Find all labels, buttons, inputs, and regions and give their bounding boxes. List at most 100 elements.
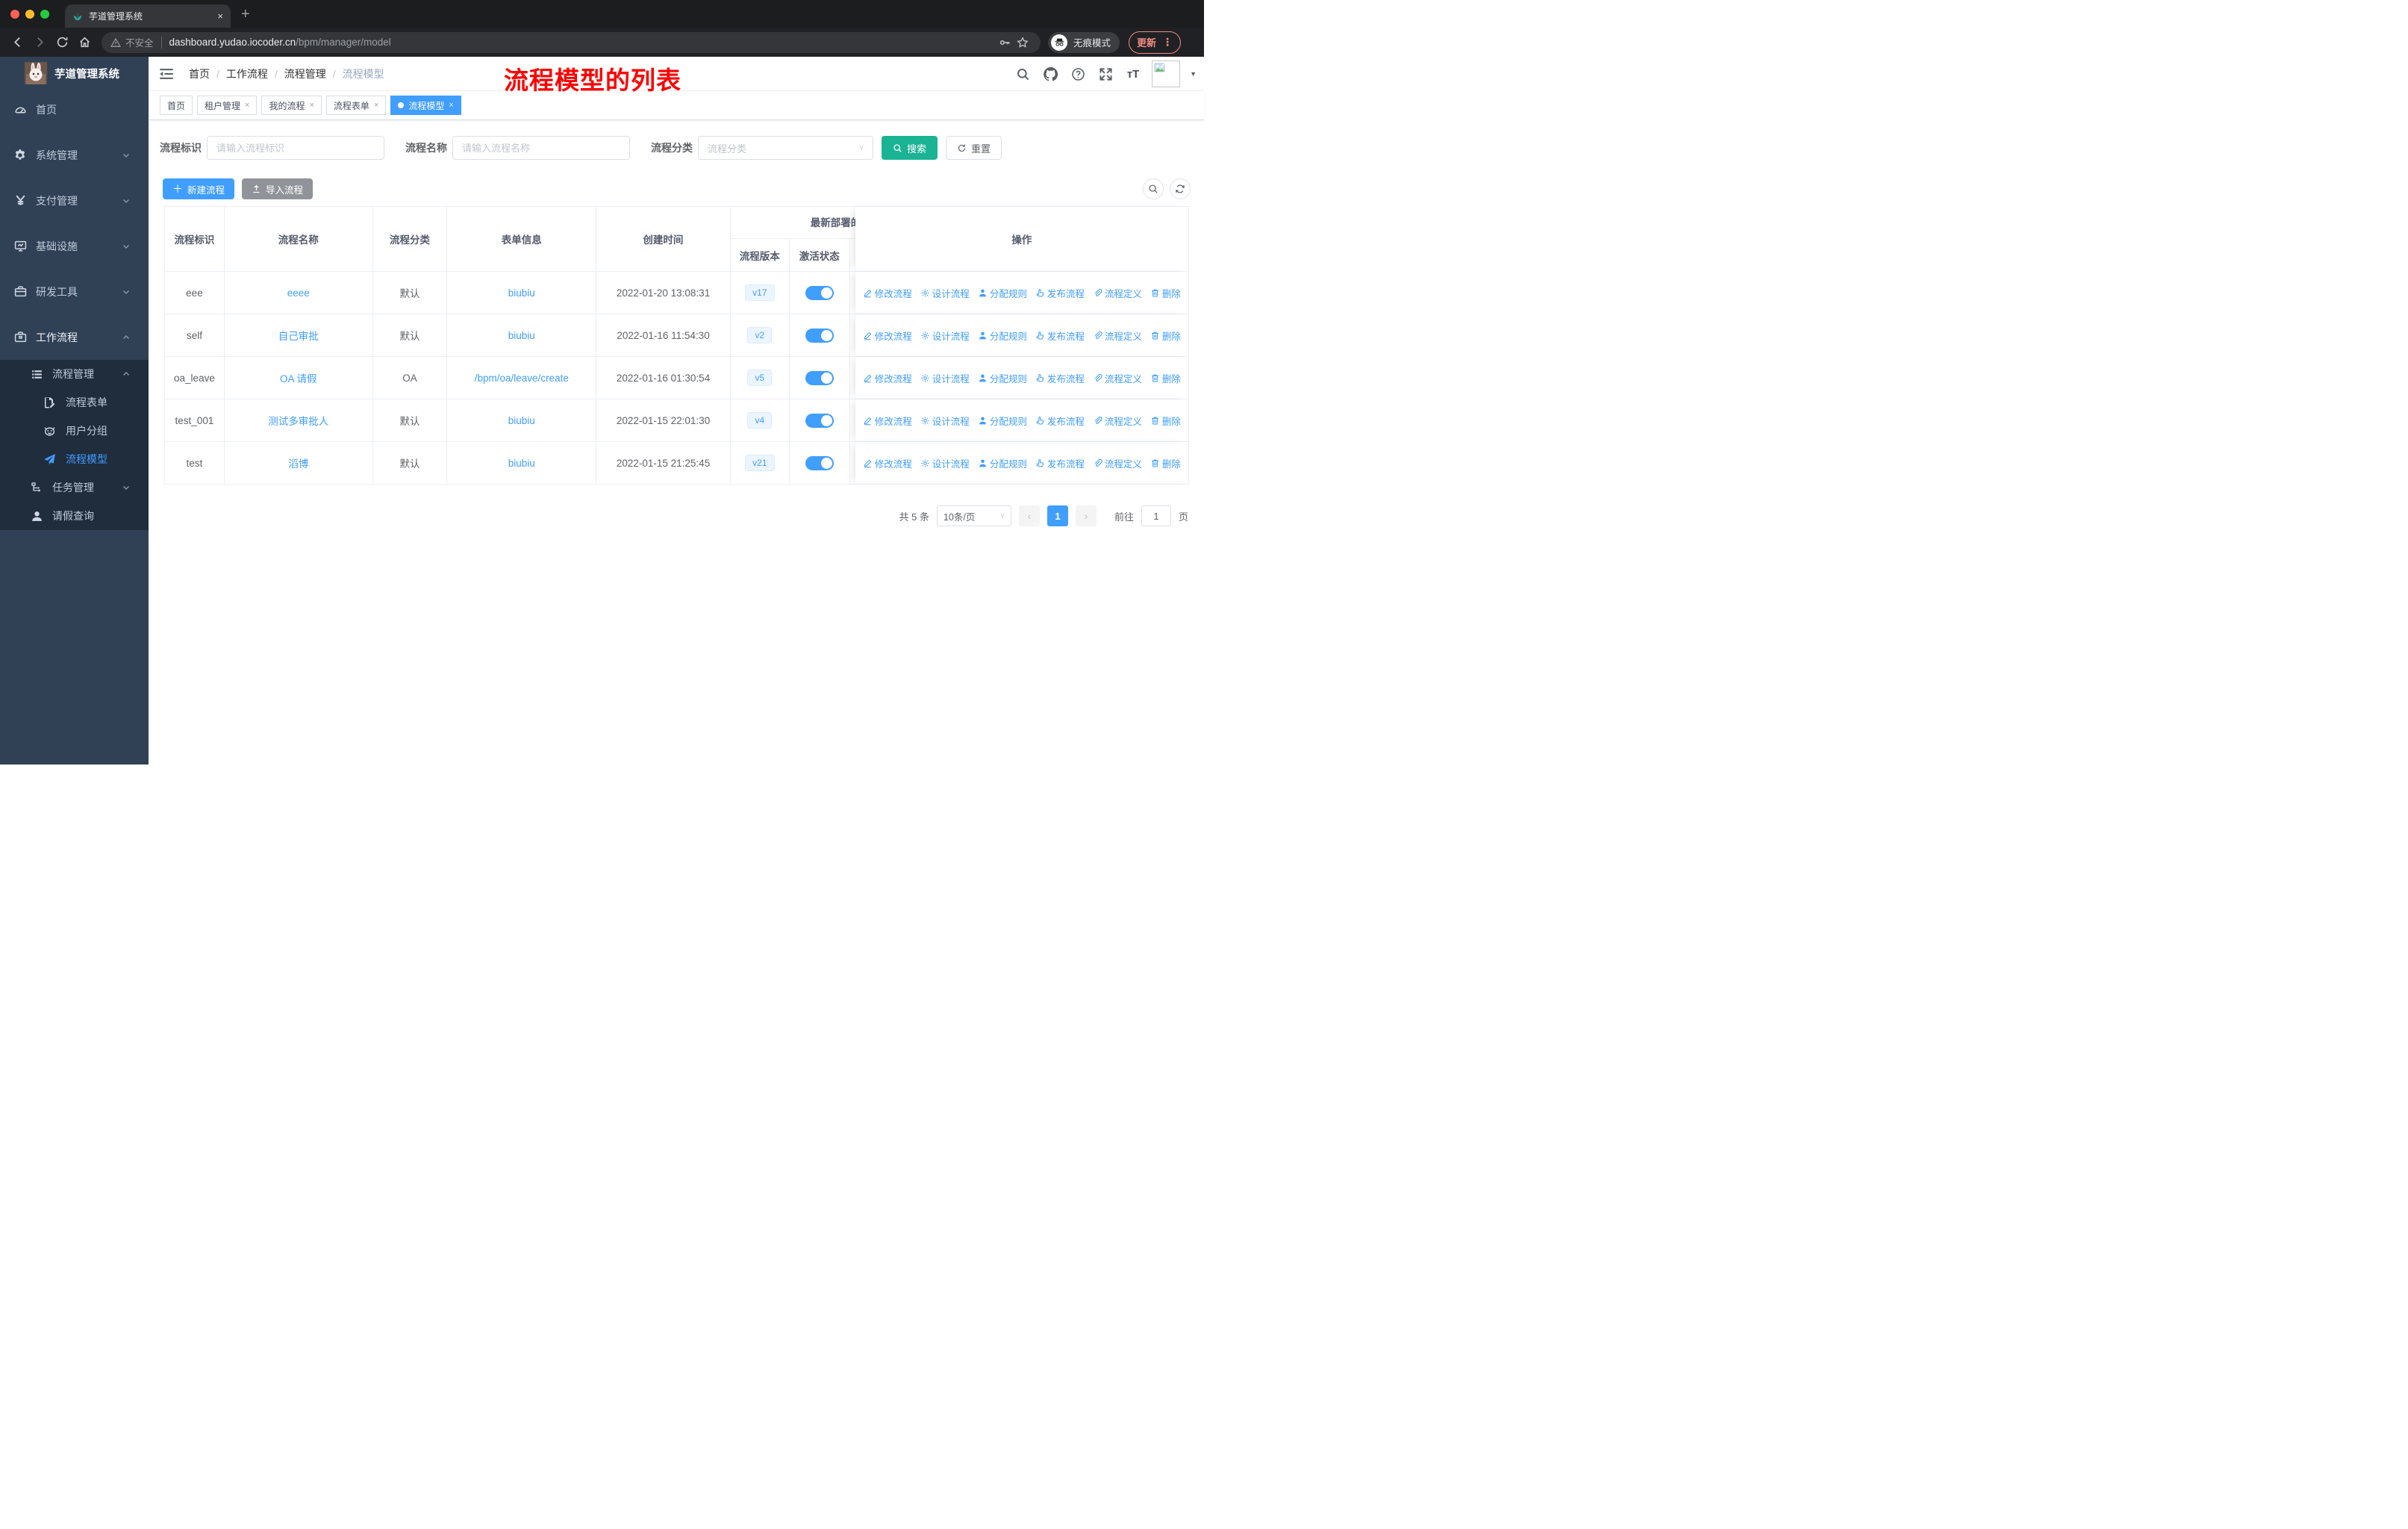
delete-process-link[interactable]: 删除 — [1150, 414, 1181, 428]
maximize-window-button[interactable] — [40, 10, 49, 19]
current-page-button[interactable]: 1 — [1047, 505, 1068, 526]
window-controls[interactable] — [10, 10, 49, 19]
new-tab-button[interactable]: + — [241, 6, 250, 28]
version-badge[interactable]: v5 — [747, 370, 773, 386]
active-status-toggle[interactable] — [805, 455, 834, 470]
sidebar-item-用户分组[interactable]: 用户分组 — [0, 417, 149, 445]
breadcrumb-home[interactable]: 首页 — [189, 66, 210, 81]
page-size-select[interactable]: 10条/页 ˅ — [936, 505, 1011, 526]
process-name-link[interactable]: OA 请假 — [280, 370, 317, 385]
app-logo[interactable]: 芋道管理系统 — [0, 61, 149, 85]
publish-process-link[interactable]: 发布流程 — [1035, 286, 1085, 300]
help-icon[interactable] — [1069, 65, 1087, 83]
browser-update-button[interactable]: 更新 ⋮ — [1129, 31, 1182, 54]
sidebar-item-流程模型[interactable]: 流程模型 — [0, 445, 149, 473]
form-info-link[interactable]: biubiu — [508, 458, 535, 469]
search-button[interactable]: 搜索 — [882, 136, 938, 160]
process-name-link[interactable]: 滔博 — [288, 455, 308, 470]
reset-button[interactable]: 重置 — [946, 136, 1002, 160]
reload-icon[interactable] — [51, 31, 73, 54]
sidebar-collapse-icon[interactable] — [159, 66, 175, 81]
breadcrumb-workflow[interactable]: 工作流程 — [226, 66, 268, 81]
publish-process-link[interactable]: 发布流程 — [1035, 328, 1085, 343]
design-process-link[interactable]: 设计流程 — [920, 414, 970, 428]
sidebar-item-研发工具[interactable]: 研发工具 — [0, 269, 149, 314]
process-name-link[interactable]: 测试多审批人 — [268, 413, 328, 428]
sidebar-item-流程管理[interactable]: 流程管理 — [0, 360, 149, 388]
tag-close-icon[interactable]: × — [449, 101, 453, 110]
design-process-link[interactable]: 设计流程 — [920, 456, 970, 470]
prev-page-button[interactable]: ‹ — [1018, 505, 1040, 526]
security-label[interactable]: 不安全 — [125, 35, 154, 49]
browser-tab[interactable]: 芋道管理系统 × — [65, 4, 231, 28]
edit-process-link[interactable]: 修改流程 — [863, 286, 912, 300]
delete-process-link[interactable]: 删除 — [1150, 328, 1181, 343]
refresh-table-button[interactable] — [1170, 178, 1191, 199]
next-page-button[interactable]: › — [1075, 505, 1097, 526]
tag-close-icon[interactable]: × — [374, 101, 378, 110]
show-search-toggle-button[interactable] — [1143, 178, 1164, 199]
process-definition-link[interactable]: 流程定义 — [1093, 414, 1142, 428]
active-status-toggle[interactable] — [805, 413, 834, 428]
security-warning-icon[interactable] — [110, 37, 121, 48]
filter-category-select[interactable]: 流程分类 ˅ — [698, 136, 873, 160]
active-status-toggle[interactable] — [805, 370, 834, 385]
sidebar-item-工作流程[interactable]: 工作流程 — [0, 314, 149, 360]
tag-close-icon[interactable]: × — [245, 101, 249, 110]
edit-process-link[interactable]: 修改流程 — [863, 414, 912, 428]
publish-process-link[interactable]: 发布流程 — [1035, 456, 1085, 470]
process-definition-link[interactable]: 流程定义 — [1093, 371, 1142, 385]
version-badge[interactable]: v17 — [745, 284, 775, 301]
avatar[interactable] — [1152, 60, 1181, 87]
tag-我的流程[interactable]: 我的流程 × — [261, 96, 322, 115]
search-icon[interactable] — [1014, 65, 1032, 83]
goto-page-input[interactable] — [1141, 505, 1171, 526]
active-status-toggle[interactable] — [805, 328, 834, 343]
assign-rule-link[interactable]: 分配规则 — [978, 414, 1027, 428]
sidebar-item-任务管理[interactable]: 任务管理 — [0, 473, 149, 502]
filter-name-input[interactable] — [452, 136, 630, 160]
delete-process-link[interactable]: 删除 — [1150, 456, 1181, 470]
design-process-link[interactable]: 设计流程 — [920, 371, 970, 385]
sidebar-item-基础设施[interactable]: 基础设施 — [0, 223, 149, 269]
process-definition-link[interactable]: 流程定义 — [1093, 286, 1142, 300]
github-icon[interactable] — [1041, 65, 1059, 83]
tag-流程模型[interactable]: 流程模型 × — [390, 96, 461, 115]
sidebar-item-请假查询[interactable]: 请假查询 — [0, 502, 149, 530]
assign-rule-link[interactable]: 分配规则 — [978, 328, 1027, 343]
assign-rule-link[interactable]: 分配规则 — [978, 456, 1027, 470]
key-icon[interactable] — [996, 31, 1014, 54]
font-size-icon[interactable]: тT — [1124, 65, 1142, 83]
version-badge[interactable]: v2 — [747, 327, 773, 343]
active-status-toggle[interactable] — [805, 285, 834, 300]
publish-process-link[interactable]: 发布流程 — [1035, 414, 1085, 428]
bookmark-star-icon[interactable] — [1014, 31, 1032, 54]
form-info-link[interactable]: biubiu — [508, 415, 535, 426]
tab-close-icon[interactable]: × — [217, 10, 223, 22]
avatar-caret-icon[interactable]: ▼ — [1190, 70, 1197, 78]
browser-menu-icon[interactable]: ⋮ — [1162, 36, 1173, 49]
filter-id-input[interactable] — [207, 136, 384, 160]
edit-process-link[interactable]: 修改流程 — [863, 371, 912, 385]
fullscreen-icon[interactable] — [1097, 65, 1114, 83]
assign-rule-link[interactable]: 分配规则 — [978, 371, 1027, 385]
tag-租户管理[interactable]: 租户管理 × — [197, 96, 258, 115]
tag-首页[interactable]: 首页 — [160, 96, 193, 115]
url-bar[interactable]: 不安全 dashboard.yudao.iocoder.cn/bpm/manag… — [102, 31, 1041, 54]
process-definition-link[interactable]: 流程定义 — [1093, 328, 1142, 343]
tag-流程表单[interactable]: 流程表单 × — [325, 96, 387, 115]
delete-process-link[interactable]: 删除 — [1150, 286, 1181, 300]
version-badge[interactable]: v21 — [745, 455, 775, 471]
delete-process-link[interactable]: 删除 — [1150, 371, 1181, 385]
process-name-link[interactable]: eeee — [287, 287, 310, 299]
sidebar-item-首页[interactable]: 首页 — [0, 87, 149, 132]
design-process-link[interactable]: 设计流程 — [920, 286, 970, 300]
breadcrumb-process-mgmt[interactable]: 流程管理 — [284, 66, 326, 81]
sidebar-item-流程表单[interactable]: 流程表单 — [0, 388, 149, 417]
edit-process-link[interactable]: 修改流程 — [863, 456, 912, 470]
sidebar-item-支付管理[interactable]: 支付管理 — [0, 178, 149, 223]
form-info-link[interactable]: biubiu — [508, 330, 535, 341]
sidebar-item-系统管理[interactable]: 系统管理 — [0, 132, 149, 178]
minimize-window-button[interactable] — [25, 10, 34, 19]
form-info-link[interactable]: biubiu — [508, 287, 535, 299]
